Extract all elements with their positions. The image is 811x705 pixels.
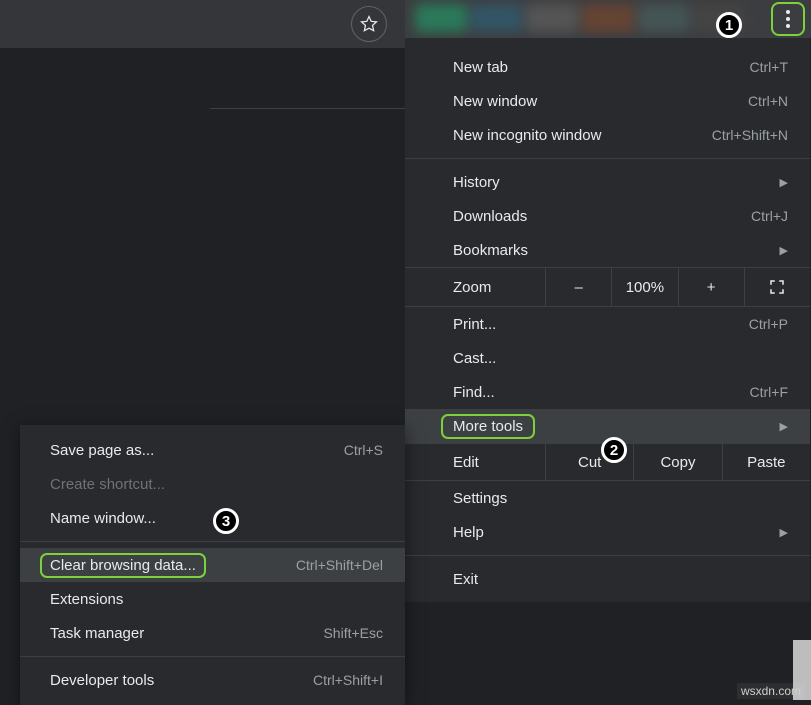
more-tools-submenu: Save page as... Ctrl+S Create shortcut..… [20, 425, 405, 705]
fullscreen-button[interactable] [744, 268, 810, 306]
menu-help[interactable]: Help ▶ [405, 515, 810, 549]
zoom-label: Zoom [405, 279, 545, 296]
menu-label: New window [453, 93, 748, 110]
annotation-badge-3: 3 [213, 508, 239, 534]
menu-shortcut: Ctrl+S [344, 442, 383, 458]
zoom-in-button[interactable]: + [678, 268, 744, 306]
highlight-box: Clear browsing data... [40, 553, 206, 578]
submenu-create-shortcut[interactable]: Create shortcut... [20, 467, 405, 501]
menu-label: Task manager [50, 625, 323, 642]
menu-label: Extensions [50, 591, 383, 608]
edit-paste-button[interactable]: Paste [722, 444, 810, 480]
menu-shortcut: Ctrl+T [750, 59, 789, 75]
menu-label: Clear browsing data... [50, 557, 296, 574]
menu-shortcut: Ctrl+Shift+Del [296, 557, 383, 573]
star-icon [359, 14, 379, 34]
chevron-right-icon: ▶ [780, 526, 788, 539]
separator [405, 555, 810, 556]
submenu-task-manager[interactable]: Task manager Shift+Esc [20, 616, 405, 650]
submenu-extensions[interactable]: Extensions [20, 582, 405, 616]
menu-shortcut: Shift+Esc [323, 625, 383, 641]
menu-print[interactable]: Print... Ctrl+P [405, 307, 810, 341]
annotation-badge-2: 2 [601, 437, 627, 463]
edit-label: Edit [405, 454, 545, 471]
separator [405, 158, 810, 159]
annotation-badge-1: 1 [716, 12, 742, 38]
menu-label: Developer tools [50, 672, 313, 689]
menu-cast[interactable]: Cast... [405, 341, 810, 375]
submenu-save-page[interactable]: Save page as... Ctrl+S [20, 433, 405, 467]
menu-label: Cast... [453, 350, 788, 367]
menu-zoom-row: Zoom – 100% + [405, 267, 810, 307]
menu-new-window[interactable]: New window Ctrl+N [405, 84, 810, 118]
chevron-right-icon: ▶ [780, 420, 788, 433]
fullscreen-icon [768, 278, 786, 296]
menu-label: New incognito window [453, 127, 712, 144]
kebab-icon [786, 10, 790, 28]
menu-label: Help [453, 524, 780, 541]
chevron-right-icon: ▶ [780, 244, 788, 257]
edit-copy-button[interactable]: Copy [633, 444, 721, 480]
menu-label: Exit [453, 571, 788, 588]
menu-shortcut: Ctrl+Shift+N [712, 127, 788, 143]
menu-find[interactable]: Find... Ctrl+F [405, 375, 810, 409]
separator [20, 541, 405, 542]
toolbar-strip [405, 0, 811, 38]
menu-label: More tools [453, 418, 780, 435]
submenu-clear-browsing-data[interactable]: Clear browsing data... Ctrl+Shift+Del [20, 548, 405, 582]
address-bar-area [0, 0, 405, 48]
menu-label: History [453, 174, 780, 191]
menu-downloads[interactable]: Downloads Ctrl+J [405, 199, 810, 233]
menu-label: Print... [453, 316, 749, 333]
kebab-menu-button[interactable] [771, 2, 805, 36]
divider [210, 108, 405, 109]
menu-exit[interactable]: Exit [405, 562, 810, 596]
menu-label: New tab [453, 59, 750, 76]
zoom-value: 100% [611, 268, 677, 306]
menu-shortcut: Ctrl+J [751, 208, 788, 224]
menu-incognito[interactable]: New incognito window Ctrl+Shift+N [405, 118, 810, 152]
menu-label: Create shortcut... [50, 476, 383, 493]
watermark: wsxdn.com [737, 683, 805, 699]
highlight-box: More tools [441, 414, 535, 439]
menu-label: Settings [453, 490, 788, 507]
menu-label: Save page as... [50, 442, 344, 459]
separator [20, 656, 405, 657]
bookmark-star-button[interactable] [351, 6, 387, 42]
menu-new-tab[interactable]: New tab Ctrl+T [405, 50, 810, 84]
menu-settings[interactable]: Settings [405, 481, 810, 515]
menu-shortcut: Ctrl+F [750, 384, 789, 400]
menu-bookmarks[interactable]: Bookmarks ▶ [405, 233, 810, 267]
menu-history[interactable]: History ▶ [405, 165, 810, 199]
main-menu: New tab Ctrl+T New window Ctrl+N New inc… [405, 38, 810, 602]
menu-label: Find... [453, 384, 750, 401]
menu-shortcut: Ctrl+Shift+I [313, 672, 383, 688]
extension-icons-blurred [415, 4, 745, 32]
zoom-out-button[interactable]: – [545, 268, 611, 306]
chevron-right-icon: ▶ [780, 176, 788, 189]
menu-label: Bookmarks [453, 242, 780, 259]
menu-shortcut: Ctrl+N [748, 93, 788, 109]
menu-shortcut: Ctrl+P [749, 316, 788, 332]
menu-label: Downloads [453, 208, 751, 225]
submenu-developer-tools[interactable]: Developer tools Ctrl+Shift+I [20, 663, 405, 697]
